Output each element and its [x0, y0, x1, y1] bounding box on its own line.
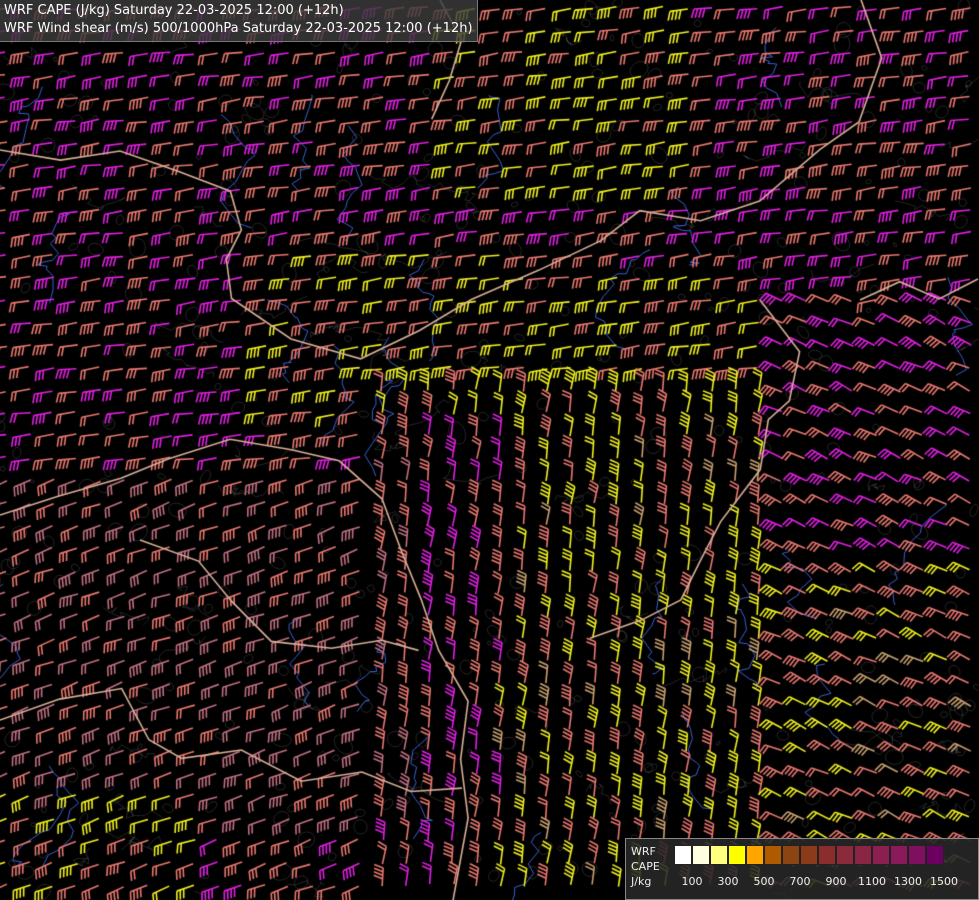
legend-swatch: [728, 845, 746, 865]
legend-swatch: [908, 845, 926, 865]
legend-tick: 300: [717, 875, 739, 888]
legend-tick: 1300: [894, 875, 922, 888]
legend-swatch: [836, 845, 854, 865]
legend-swatch: [854, 845, 872, 865]
legend-tick: 1100: [858, 875, 886, 888]
legend-tick: 500: [753, 875, 775, 888]
legend-tick-labels: 100 300 500 700 900 1100 1300 1500: [674, 875, 974, 891]
wind-shear-map: [0, 0, 979, 900]
title-wind-shear: WRF Wind shear (m/s) 500/1000hPa Saturda…: [4, 21, 473, 36]
legend-label-unit: J/kg: [631, 875, 652, 888]
legend-labels: WRF CAPE J/kg: [631, 844, 671, 889]
legend-swatch: [764, 845, 782, 865]
legend-swatch: [710, 845, 728, 865]
legend-swatch: [926, 845, 944, 865]
cape-legend: WRF CAPE J/kg 100 300 500 700 900 1100 1300 150…: [625, 838, 979, 900]
legend-tick: 100: [681, 875, 703, 888]
legend-tick: 1500: [930, 875, 958, 888]
legend-color-scale: [674, 845, 944, 867]
legend-swatch: [692, 845, 710, 865]
legend-swatch: [782, 845, 800, 865]
legend-swatch: [818, 845, 836, 865]
legend-tick: 700: [789, 875, 811, 888]
legend-label-source: WRF: [631, 845, 656, 858]
title-cape: WRF CAPE (J/kg) Saturday 22-03-2025 12:0…: [4, 3, 344, 18]
legend-swatch: [800, 845, 818, 865]
legend-swatch: [872, 845, 890, 865]
legend-swatch: [674, 845, 692, 865]
legend-swatch: [746, 845, 764, 865]
legend-tick: 900: [825, 875, 847, 888]
legend-swatch: [890, 845, 908, 865]
legend-label-field: CAPE: [631, 860, 660, 873]
map-title: WRF CAPE (J/kg) Saturday 22-03-2025 12:0…: [0, 0, 478, 42]
